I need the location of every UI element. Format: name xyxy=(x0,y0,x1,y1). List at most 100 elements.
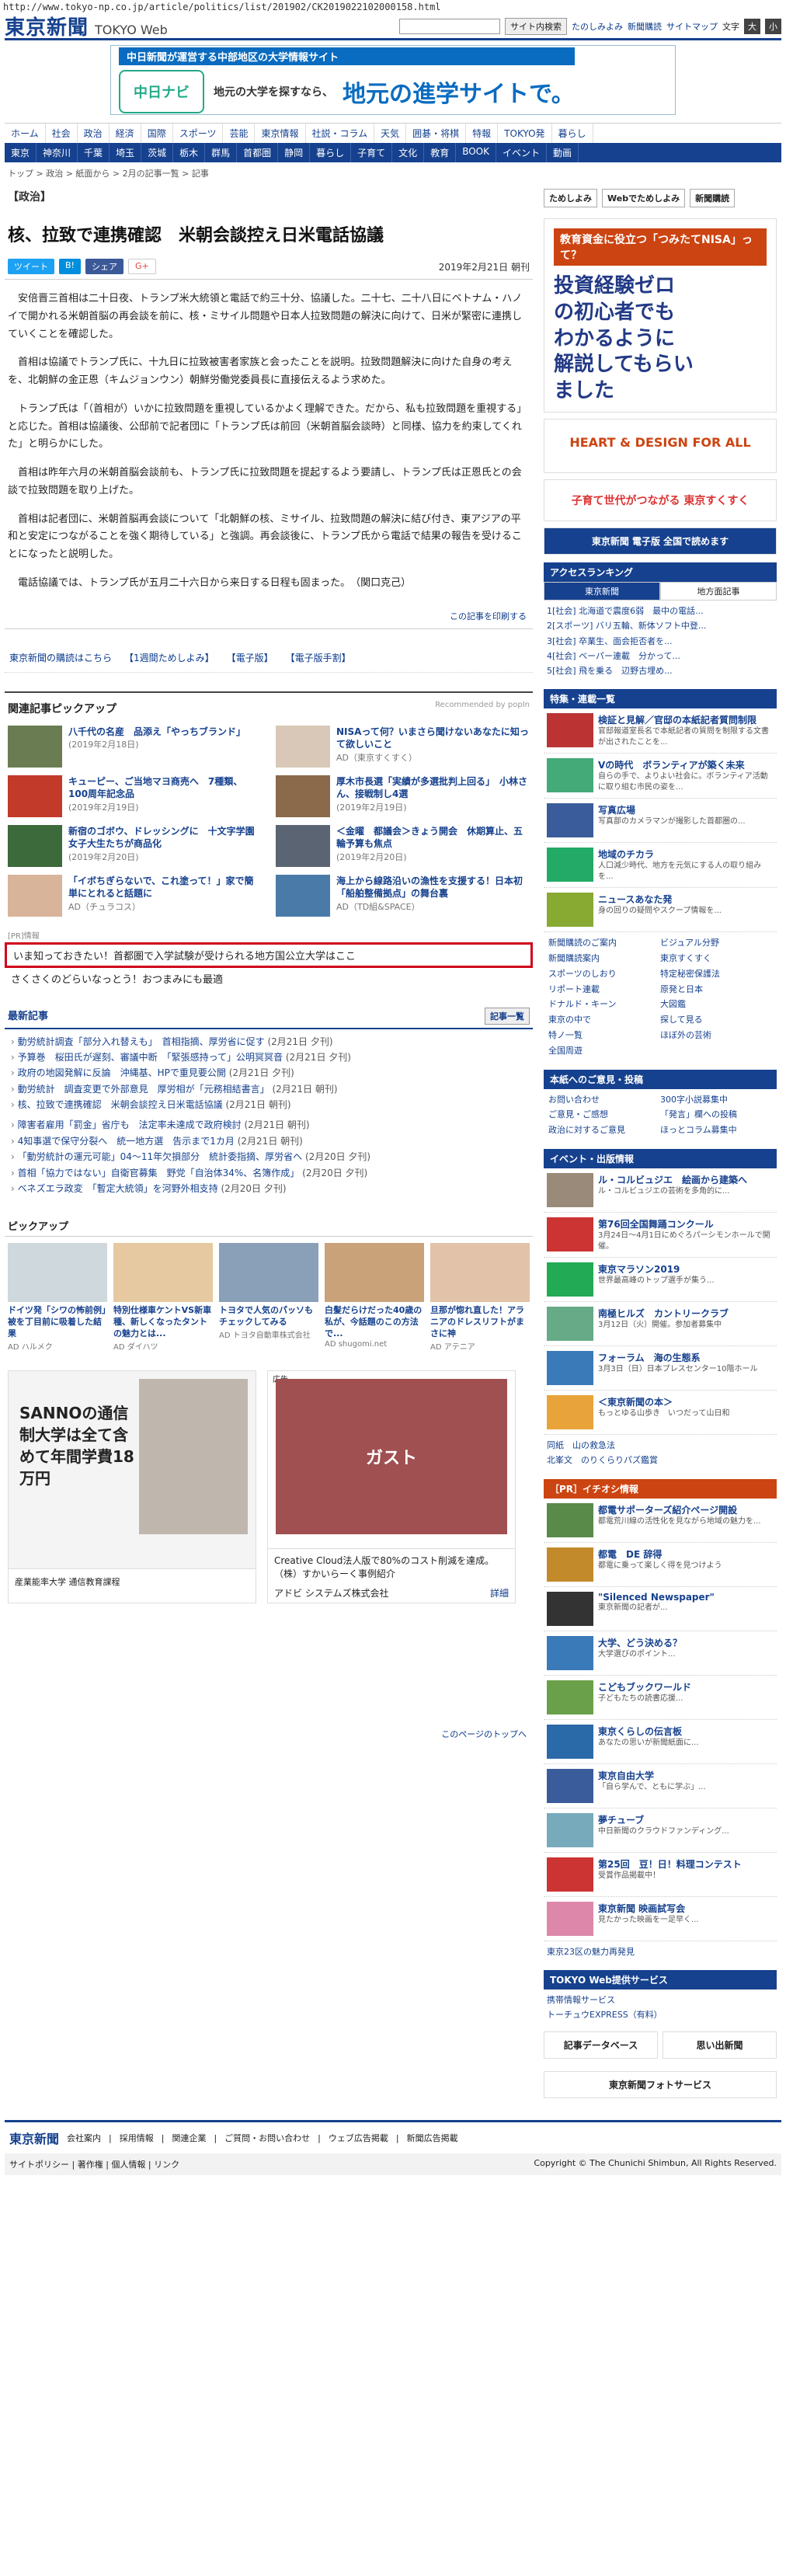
contact-link[interactable]: ほっとコラム募集中 xyxy=(660,1123,772,1138)
pr-item[interactable]: 夢チューブ 中日新聞のクラウドファンディング... xyxy=(544,1808,777,1853)
page-top-link[interactable]: このページのトップへ xyxy=(441,1729,527,1739)
header-link-sitemap[interactable]: サイトマップ xyxy=(666,20,718,33)
side-misc-link[interactable]: 探して見る xyxy=(660,1012,772,1028)
side-misc-link[interactable]: ほぼ外の芸術 xyxy=(660,1028,772,1043)
side-banner-heart-design[interactable]: HEART & DESIGN FOR ALL xyxy=(544,419,777,473)
related-item[interactable]: NISAって何？いまさら聞けないあなたに知って欲しいこと AD（東京すくすく） xyxy=(276,725,530,768)
text-size-large-button[interactable]: 大 xyxy=(744,18,760,34)
header-link-koudoku[interactable]: 新聞購読 xyxy=(628,20,662,33)
pickup-item[interactable]: 旦那が惚れ直した！アラニアのドレスリフトがまさに神 AD アテニア xyxy=(430,1243,530,1352)
region-nav-item[interactable]: 栃木 xyxy=(173,143,206,162)
latest-item[interactable]: 首相「協力ではない」自衛官募集 野党「自治体34%、名簿作成」 (2月20日 夕… xyxy=(11,1165,527,1181)
side-misc-link[interactable]: 東京の中で xyxy=(548,1012,660,1028)
nav-item[interactable]: 暮らし xyxy=(552,124,593,143)
region-nav-item[interactable]: 首都圏 xyxy=(237,143,279,162)
side-misc-link[interactable]: 大図鑑 xyxy=(660,997,772,1012)
region-nav-item[interactable]: 文化 xyxy=(392,143,425,162)
site-logo[interactable]: 東京新聞 TOKYO Web xyxy=(5,12,168,40)
nav-item[interactable]: TOKYO発 xyxy=(498,124,552,143)
nav-item[interactable]: 東京情報 xyxy=(255,124,306,143)
ranking-item[interactable]: 3[社会] 卒業生、面会拒否者を... xyxy=(547,634,774,649)
contact-link[interactable]: 政治に対するご意見 xyxy=(548,1123,660,1138)
top-banner-ad[interactable]: 中日新聞が運営する中部地区の大学情報サイト 中日ナビ 地元の大学を探すなら、 地… xyxy=(110,45,676,115)
related-item[interactable]: ＜金曜 都議会＞きょう開会 休期算止、五輪予算も焦点 (2019年2月20日) xyxy=(276,824,530,867)
pr-item[interactable]: 都電サポーターズ紹介ページ開設 都電荒川線の活性化を見ながら地域の魅力を... xyxy=(544,1499,777,1543)
region-nav-item[interactable]: 神奈川 xyxy=(37,143,78,162)
contact-link[interactable]: 300字小説募集中 xyxy=(660,1092,772,1108)
nav-item[interactable]: 社説・コラム xyxy=(306,124,375,143)
related-item[interactable]: 海上から線路沿いの漁性を支援する！日本初「船舶整備拠点」の舞台裏 AD（TD組&S… xyxy=(276,874,530,917)
nav-item[interactable]: 特報 xyxy=(466,124,499,143)
pickup-item[interactable]: トヨタで人気のパッソもチェックしてみる AD トヨタ自動車株式会社 xyxy=(219,1243,318,1352)
side-misc-link[interactable]: ドナルド・キーン xyxy=(548,997,660,1012)
region-nav-item[interactable]: 暮らし xyxy=(310,143,352,162)
nav-item[interactable]: 経済 xyxy=(110,124,141,143)
feature-item[interactable]: ニュースあなた発 身の回りの疑問やスクープ情報を... xyxy=(544,888,777,933)
side-misc-link[interactable]: 東京すくすく xyxy=(660,951,772,966)
footer-logo[interactable]: 東京新聞 xyxy=(9,2129,59,2147)
latest-item[interactable]: 政府の地図発解に反論 沖縄基、HPで重見要公開 (2月21日 夕刊) xyxy=(11,1065,527,1081)
latest-item[interactable]: 予算巻 桜田氏が遅刻、審議中断 「緊張感持って」公明冥冥音 (2月21日 夕刊) xyxy=(11,1050,527,1065)
pr-link-highlighted[interactable]: いま知っておきたい！首都圏で入学試験が受けられる地方国公立大学はここ xyxy=(5,942,533,968)
ranking-item[interactable]: 1[社会] 北海道で震度6弱 最中の電話... xyxy=(547,604,774,618)
ranking-tab-main[interactable]: 東京新聞 xyxy=(544,582,660,600)
region-nav-item[interactable]: 千葉 xyxy=(78,143,110,162)
feature-item[interactable]: 地域のチカラ 人口減少時代、地方を元気にする人の取り組みを... xyxy=(544,843,777,889)
ranking-item[interactable]: 5[社会] 飛を乗る 辺野古埋め... xyxy=(547,663,774,678)
side-link-subscribe[interactable]: 新聞購読 xyxy=(690,189,736,207)
header-link-tameshi[interactable]: たのしみよみ xyxy=(572,20,623,33)
search-button[interactable]: サイト内検索 xyxy=(505,17,567,35)
nav-item[interactable]: 天気 xyxy=(374,124,407,143)
pickup-item[interactable]: 白髪だらけだった40歳の私が、今話題のこの方法で... AD shugomi.ne… xyxy=(325,1243,424,1352)
side-banner-sukusuku[interactable]: 子育て世代がつながる 東京すくすく xyxy=(544,479,777,521)
event-item[interactable]: ル・コルビュジエ 絵画から建築へ ル・コルビュジエの芸術を多角的に... xyxy=(544,1168,777,1213)
event-item[interactable]: 南極ヒルズ カントリークラブ 3月12日（火）開催。参加者募集中 xyxy=(544,1302,777,1347)
related-item[interactable]: 新宿のゴボウ、ドレッシングに 十文字学園女子大生たちが商品化 (2019年2月20… xyxy=(8,824,262,867)
feature-item[interactable]: Vの時代 ボランティアが築く未来 自らの手で、よりよい社会に。ボランティア活動に取… xyxy=(544,754,777,799)
photo-service-link[interactable]: 東京23区の魅力再発見 xyxy=(547,1944,774,1959)
side-misc-link[interactable]: 新聞購読案内 xyxy=(548,951,660,966)
side-misc-link[interactable]: 新聞購読のご案内 xyxy=(548,935,660,951)
nav-item[interactable]: 国際 xyxy=(141,124,173,143)
region-nav-item[interactable]: 埼玉 xyxy=(110,143,142,162)
pr-item[interactable]: 大学、どう決める？ 大学選びのポイント... xyxy=(544,1631,777,1676)
side-link-web-trial[interactable]: Webでためしよみ xyxy=(602,189,686,207)
side-misc-link[interactable]: 原発と日本 xyxy=(660,982,772,997)
latest-item[interactable]: 障害者雇用「罰金」省庁も 法定率未達成で政府検討 (2月21日 朝刊) xyxy=(11,1117,527,1133)
ranking-item[interactable]: 4[社会] ベーパー連載 分かって... xyxy=(547,649,774,663)
related-item[interactable]: 「イボちぎらないで、これ塗って！」家で簡単にとれると話題に AD（チュラコス） xyxy=(8,874,262,917)
latest-item[interactable]: 動労統計調査「部分入れ替えも」 首相指摘、厚労省に促す (2月21日 夕刊) xyxy=(11,1034,527,1050)
breadcrumb[interactable]: トップ > 政治 > 紙面から > 2月の記事一覧 > 記事 xyxy=(5,162,781,184)
tweet-button[interactable]: ツイート xyxy=(8,259,54,274)
region-nav-item[interactable]: イベント xyxy=(496,143,547,162)
side-banner-digital[interactable]: 東京新聞 電子版 全国で読めます xyxy=(544,527,777,555)
ad-sanno[interactable]: SANNOの通信制大学は全て含めて年間学費18万円 産業能率大学 通信教育課程 xyxy=(8,1370,256,1603)
footer-link[interactable]: 会社案内 xyxy=(67,2132,101,2144)
side-misc-link[interactable]: ビジュアル分野 xyxy=(660,935,772,951)
region-nav-item[interactable]: 東京 xyxy=(5,143,37,162)
pr-item[interactable]: 第25回 豆！日！料理コンテスト 受賞作品掲載中！ xyxy=(544,1853,777,1897)
region-nav-item[interactable]: 教育 xyxy=(424,143,457,162)
google-plus-button[interactable]: G+ xyxy=(127,259,156,274)
footer-link[interactable]: ご質問・お問い合わせ xyxy=(224,2132,310,2144)
nav-item[interactable]: 政治 xyxy=(78,124,110,143)
digital-link[interactable]: 【電子版】 xyxy=(227,651,273,664)
digital-discount-link[interactable]: 【電子版手割】 xyxy=(286,651,351,664)
footer-link[interactable]: 採用情報 xyxy=(120,2132,154,2144)
subscribe-link[interactable]: 東京新聞の購読はこちら xyxy=(9,651,112,664)
text-size-small-button[interactable]: 小 xyxy=(765,18,781,34)
omoide-banner[interactable]: 思い出新聞 xyxy=(663,2031,777,2059)
side-bottom-link[interactable]: 北峯文 のりくらりパズ鑑賞 xyxy=(547,1453,774,1467)
latest-item[interactable]: 4知事選で保守分裂へ 統一地方選 告示まで1カ月 (2月21日 朝刊) xyxy=(11,1133,527,1149)
footer-link[interactable]: 関連企業 xyxy=(172,2132,206,2144)
side-misc-link[interactable]: リポート連載 xyxy=(548,982,660,997)
related-item[interactable]: 八千代の名産 品添え「やっちブランド」 (2019年2月18日) xyxy=(8,725,262,768)
search-input[interactable] xyxy=(399,18,500,34)
contact-link[interactable]: 「発言」欄への投稿 xyxy=(660,1107,772,1123)
pr-item[interactable]: "Silenced Newspaper" 東京新聞の記者が... xyxy=(544,1587,777,1631)
latest-item[interactable]: ベネズエラ政変 「暫定大統領」を河野外相支持 (2月20日 夕刊) xyxy=(11,1181,527,1196)
pickup-item[interactable]: 特別仕様車ケントVS新車種、新しくなったタントの魅力とは... AD ダイハツ xyxy=(113,1243,213,1352)
web-service-link[interactable]: 携帯情報サービス xyxy=(547,1993,774,2007)
latest-item[interactable]: 動労統計 調査変更で外部意見 厚労相が「元務相結書言」 (2月21日 朝刊) xyxy=(11,1081,527,1097)
photo-sale-banner[interactable]: 東京新聞フォトサービス xyxy=(544,2071,777,2099)
